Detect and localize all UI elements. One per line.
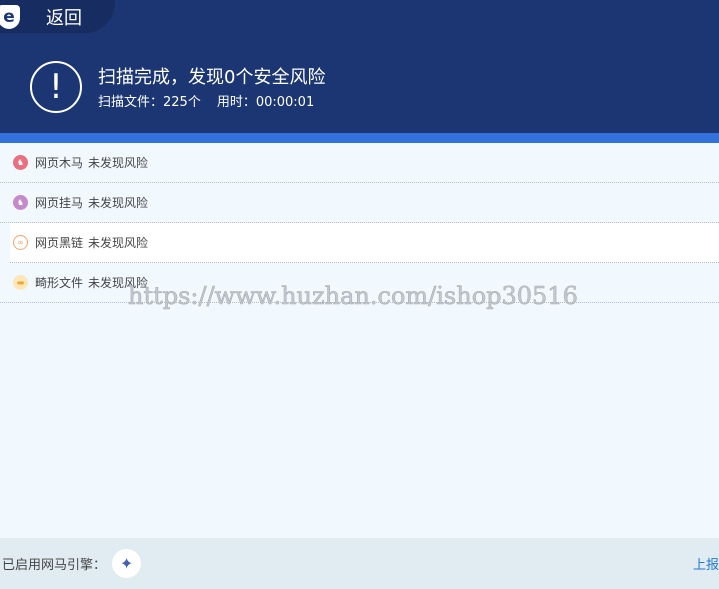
watermark: https://www.huzhan.com/ishop30516 bbox=[128, 282, 578, 311]
result-name: 畸形文件 bbox=[35, 276, 84, 290]
black-link-icon: ∞ bbox=[13, 235, 28, 250]
result-name: 网页黑链 bbox=[35, 236, 84, 250]
back-button[interactable]: e 返回 bbox=[0, 0, 115, 33]
engine-label: 已启用网马引擎： bbox=[2, 558, 107, 573]
back-label: 返回 bbox=[46, 7, 82, 29]
result-status: 未发现风险 bbox=[88, 156, 149, 170]
header-strip bbox=[0, 133, 719, 143]
exclamation-icon: ! bbox=[30, 61, 82, 113]
header: e 返回 ! 扫描完成，发现0个安全风险 扫描文件：225个 用时：00:00:0… bbox=[0, 0, 719, 133]
footer: 已启用网马引擎： ✦ 上报 bbox=[0, 538, 719, 589]
result-row: ∞ 网页黑链 未发现风险 bbox=[10, 223, 719, 263]
scan-result-title: 扫描完成，发现0个安全风险 bbox=[98, 67, 326, 88]
shield-logo-icon: e bbox=[0, 4, 20, 29]
engine-logo-icon: ✦ bbox=[112, 549, 142, 578]
trojan-icon: ♞ bbox=[13, 155, 28, 170]
files-scanned: 扫描文件：225个 bbox=[98, 95, 201, 110]
scan-stats: 扫描文件：225个 用时：00:00:01 bbox=[98, 91, 314, 110]
result-row: ♞ 网页挂马 未发现风险 bbox=[0, 183, 719, 223]
result-status: 未发现风险 bbox=[88, 196, 149, 210]
hang-horse-icon: ♞ bbox=[13, 195, 28, 210]
folder-icon: ▬ bbox=[13, 275, 28, 290]
result-name: 网页木马 bbox=[35, 156, 84, 170]
result-name: 网页挂马 bbox=[35, 196, 84, 210]
time-used: 用时：00:00:01 bbox=[216, 95, 315, 110]
report-link[interactable]: 上报 bbox=[693, 554, 719, 573]
result-row: ♞ 网页木马 未发现风险 bbox=[0, 143, 719, 183]
result-status: 未发现风险 bbox=[88, 236, 149, 250]
